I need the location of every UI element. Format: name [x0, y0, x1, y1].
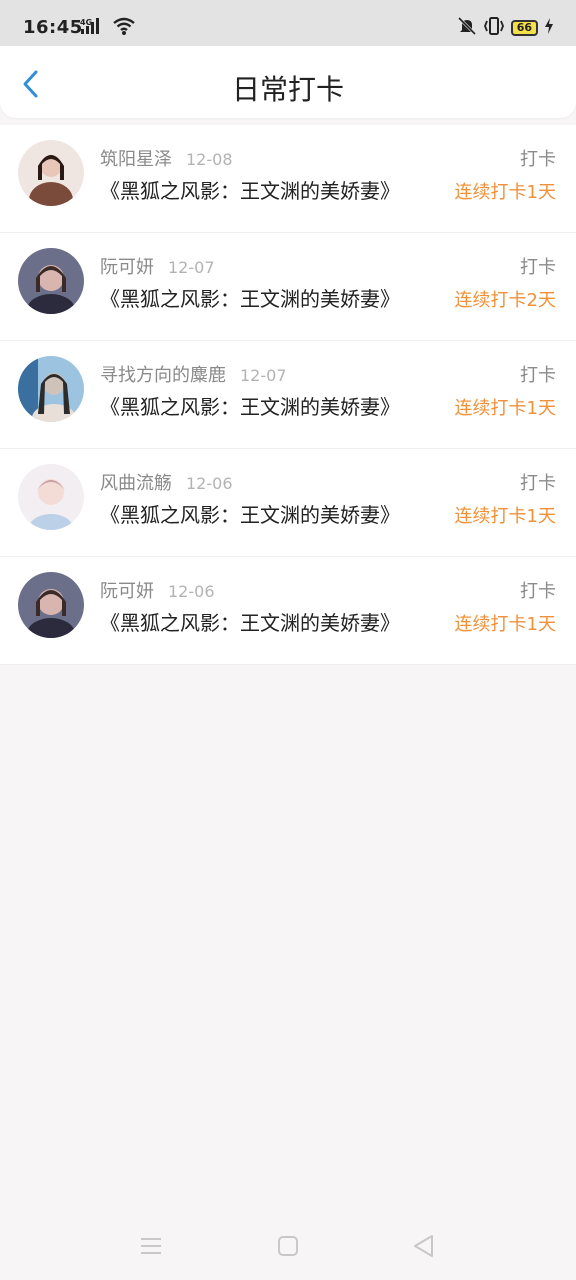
user-name[interactable]: 筑阳星泽 [100, 149, 172, 170]
user-name[interactable]: 寻找方向的麋鹿 [100, 365, 226, 386]
checkin-date: 12-07 [168, 258, 215, 277]
avatar[interactable] [18, 248, 84, 314]
streak-badge: 连续打卡1天 [454, 182, 556, 203]
vibrate-icon [483, 16, 505, 40]
list-item[interactable]: 阮可妍 12-07 打卡 《黑狐之风影：王文渊的美娇妻》 连续打卡2天 [0, 233, 576, 341]
book-title[interactable]: 《黑狐之风影：王文渊的美娇妻》 [100, 499, 400, 528]
status-time: 16:45 [23, 17, 83, 38]
streak-badge: 连续打卡1天 [454, 398, 556, 419]
system-nav-bar [0, 1210, 576, 1280]
status-bar: 16:45 4G 66 [0, 0, 576, 46]
user-name[interactable]: 阮可妍 [100, 581, 154, 602]
checkin-label: 打卡 [520, 149, 556, 170]
streak-badge: 连续打卡2天 [454, 290, 556, 311]
list-item[interactable]: 风曲流觞 12-06 打卡 《黑狐之风影：王文渊的美娇妻》 连续打卡1天 [0, 449, 576, 557]
list-item[interactable]: 寻找方向的麋鹿 12-07 打卡 《黑狐之风影：王文渊的美娇妻》 连续打卡1天 [0, 341, 576, 449]
checkin-label: 打卡 [520, 365, 556, 386]
page-title: 日常打卡 [231, 73, 344, 106]
book-title[interactable]: 《黑狐之风影：王文渊的美娇妻》 [100, 175, 400, 204]
page-header: 日常打卡 [0, 46, 576, 118]
checkin-label: 打卡 [520, 473, 556, 494]
signal-icon: 4G [80, 17, 106, 39]
back-triangle-icon[interactable] [410, 1232, 438, 1260]
user-name[interactable]: 风曲流觞 [100, 473, 172, 494]
avatar[interactable] [18, 140, 84, 206]
home-square-icon[interactable] [274, 1232, 302, 1260]
streak-badge: 连续打卡1天 [454, 506, 556, 527]
checkin-label: 打卡 [520, 257, 556, 278]
avatar[interactable] [18, 572, 84, 638]
checkin-label: 打卡 [520, 581, 556, 602]
checkin-list: 筑阳星泽 12-08 打卡 《黑狐之风影：王文渊的美娇妻》 连续打卡1天 阮可妍 1… [0, 125, 576, 665]
book-title[interactable]: 《黑狐之风影：王文渊的美娇妻》 [100, 283, 400, 312]
streak-badge: 连续打卡1天 [454, 614, 556, 635]
checkin-date: 12-06 [186, 474, 233, 493]
mute-bell-icon [457, 16, 477, 40]
book-title[interactable]: 《黑狐之风影：王文渊的美娇妻》 [100, 607, 400, 636]
user-name[interactable]: 阮可妍 [100, 257, 154, 278]
checkin-date: 12-08 [186, 150, 233, 169]
wifi-icon [112, 16, 136, 40]
battery-icon: 66 [510, 20, 538, 36]
list-item[interactable]: 阮可妍 12-06 打卡 《黑狐之风影：王文渊的美娇妻》 连续打卡1天 [0, 557, 576, 665]
avatar[interactable] [18, 464, 84, 530]
svg-text:4G: 4G [80, 18, 92, 27]
checkin-date: 12-07 [240, 366, 287, 385]
charging-icon [544, 18, 554, 38]
checkin-date: 12-06 [168, 582, 215, 601]
avatar[interactable] [18, 356, 84, 422]
menu-icon[interactable] [137, 1232, 165, 1260]
list-item[interactable]: 筑阳星泽 12-08 打卡 《黑狐之风影：王文渊的美娇妻》 连续打卡1天 [0, 125, 576, 233]
book-title[interactable]: 《黑狐之风影：王文渊的美娇妻》 [100, 391, 400, 420]
